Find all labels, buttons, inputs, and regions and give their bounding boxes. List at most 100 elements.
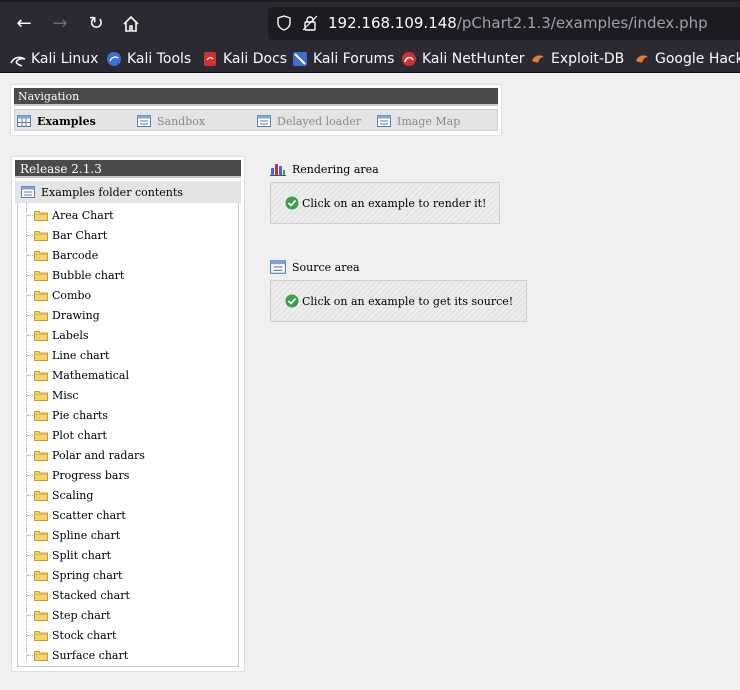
folder-item[interactable]: Split chart [18,545,145,565]
nav-tab-label: Sandbox [157,114,206,128]
reload-icon[interactable]: ↻ [84,12,108,36]
folder-item[interactable]: Polar and radars [18,445,145,465]
folder-label: Progress bars [52,468,130,482]
folder-item[interactable]: Combo [18,285,145,305]
bookmark-kali-nethunter[interactable]: Kali NetHunter [401,50,524,68]
folder-icon [34,590,48,601]
nav-tab-delayed-loader[interactable]: Delayed loader [257,113,361,129]
folder-label: Stock chart [52,628,117,642]
release-title: Release 2.1.3 [15,160,241,178]
nav-tab-image-map[interactable]: Image Map [377,113,460,129]
folder-icon [34,350,48,361]
folder-item[interactable]: Misc [18,385,145,405]
folder-icon [34,210,48,221]
source-area-label: Source area [292,260,360,274]
folder-label: Surface chart [52,648,129,662]
folder-icon [34,390,48,401]
folder-item[interactable]: Mathematical [18,365,145,385]
folder-icon [34,490,48,501]
folder-item[interactable]: Spring chart [18,565,145,585]
nav-tab-examples[interactable]: Examples [17,113,96,129]
folder-item[interactable]: Progress bars [18,465,145,485]
home-icon[interactable] [119,12,143,36]
kali-forums-icon [293,52,307,66]
bookmark-label: Kali Docs [223,51,288,67]
back-arrow-icon[interactable]: ← [12,12,36,36]
nav-tab-sandbox[interactable]: Sandbox [137,113,205,129]
folder-label: Area Chart [52,208,114,222]
folder-icon [34,450,48,461]
tree-branch-line [27,295,33,296]
folder-icon [34,650,48,661]
bookmark-google-hacking[interactable]: Google Hacki [634,50,740,68]
kali-tools-icon [107,52,121,66]
folder-item[interactable]: Pie charts [18,405,145,425]
url-text[interactable]: 192.168.109.148/pChart2.1.3/examples/ind… [328,14,708,32]
tree-branch-line [27,615,33,616]
folder-item[interactable]: Scaling [18,485,145,505]
folder-item[interactable]: Stacked chart [18,585,145,605]
bookmark-kali-docs[interactable]: Kali Docs [202,50,287,68]
folder-item[interactable]: Scatter chart [18,505,145,525]
tree-branch-line [27,455,33,456]
list-icon [377,115,391,127]
rendering-area-title: Rendering area [270,162,379,176]
tree-branch-line [27,595,33,596]
folder-label: Stacked chart [52,588,130,602]
exploit-db-icon [532,55,544,63]
folder-label: Barcode [52,248,99,262]
tree-branch-line [27,435,33,436]
bookmark-kali-tools[interactable]: Kali Tools [106,50,191,68]
url-host: 192.168.109.148 [328,14,457,32]
folder-item[interactable]: Step chart [18,605,145,625]
rendering-message: Click on an example to render it! [302,196,487,210]
folder-item[interactable]: Plot chart [18,425,145,445]
bookmark-exploit-db[interactable]: Exploit-DB [530,50,624,68]
folder-label: Bar Chart [52,228,108,242]
folder-icon [34,290,48,301]
folder-item[interactable]: Spline chart [18,525,145,545]
nav-tab-label: Examples [37,114,96,128]
folder-label: Split chart [52,548,112,562]
folder-item[interactable]: Bar Chart [18,225,145,245]
list-icon [21,186,35,198]
kali-nethunter-icon [402,52,416,66]
google-hacking-icon [636,55,648,63]
folder-item[interactable]: Line chart [18,345,145,365]
folder-item[interactable]: Surface chart [18,645,145,665]
tree-branch-line [27,475,33,476]
tree-branch-line [27,535,33,536]
url-path: /pChart2.1.3/examples/index.php [456,14,708,32]
tree-branch-line [27,415,33,416]
nav-tab-label: Image Map [397,114,461,128]
folder-item[interactable]: Area Chart [18,205,145,225]
tracking-shield-icon[interactable] [276,15,292,31]
rendering-area-label: Rendering area [292,162,379,176]
bookmark-kali-forums[interactable]: Kali Forums [292,50,394,68]
folder-item[interactable]: Stock chart [18,625,145,645]
forward-arrow-icon[interactable]: → [48,12,72,36]
address-bar[interactable]: 192.168.109.148/pChart2.1.3/examples/ind… [268,7,740,40]
bookmark-kali-linux[interactable]: Kali Linux [10,50,98,68]
bookmark-label: Kali NetHunter [422,51,525,67]
tree-branch-line [27,395,33,396]
folder-icon [34,330,48,341]
nav-tab-label: Delayed loader [277,114,362,128]
folder-item[interactable]: Bubble chart [18,265,145,285]
tree-branch-line [27,355,33,356]
folder-item[interactable]: Drawing [18,305,145,325]
folder-list: Area Chart Bar Chart Barcode Bubble chart Co… [18,205,145,665]
folder-label: Bubble chart [52,268,125,282]
folder-header-label: Examples folder contents [41,185,183,199]
lock-icon[interactable] [302,15,318,31]
folder-item[interactable]: Labels [18,325,145,345]
folder-label: Combo [52,288,92,302]
folder-item[interactable]: Barcode [18,245,145,265]
release-panel: Release 2.1.3 Examples folder contents A… [11,156,245,672]
folder-label: Step chart [52,608,111,622]
tree-branch-line [27,555,33,556]
bookmark-label: Kali Linux [31,51,99,67]
folder-icon [34,570,48,581]
folder-label: Scatter chart [52,508,126,522]
check-circle-icon [285,196,299,210]
